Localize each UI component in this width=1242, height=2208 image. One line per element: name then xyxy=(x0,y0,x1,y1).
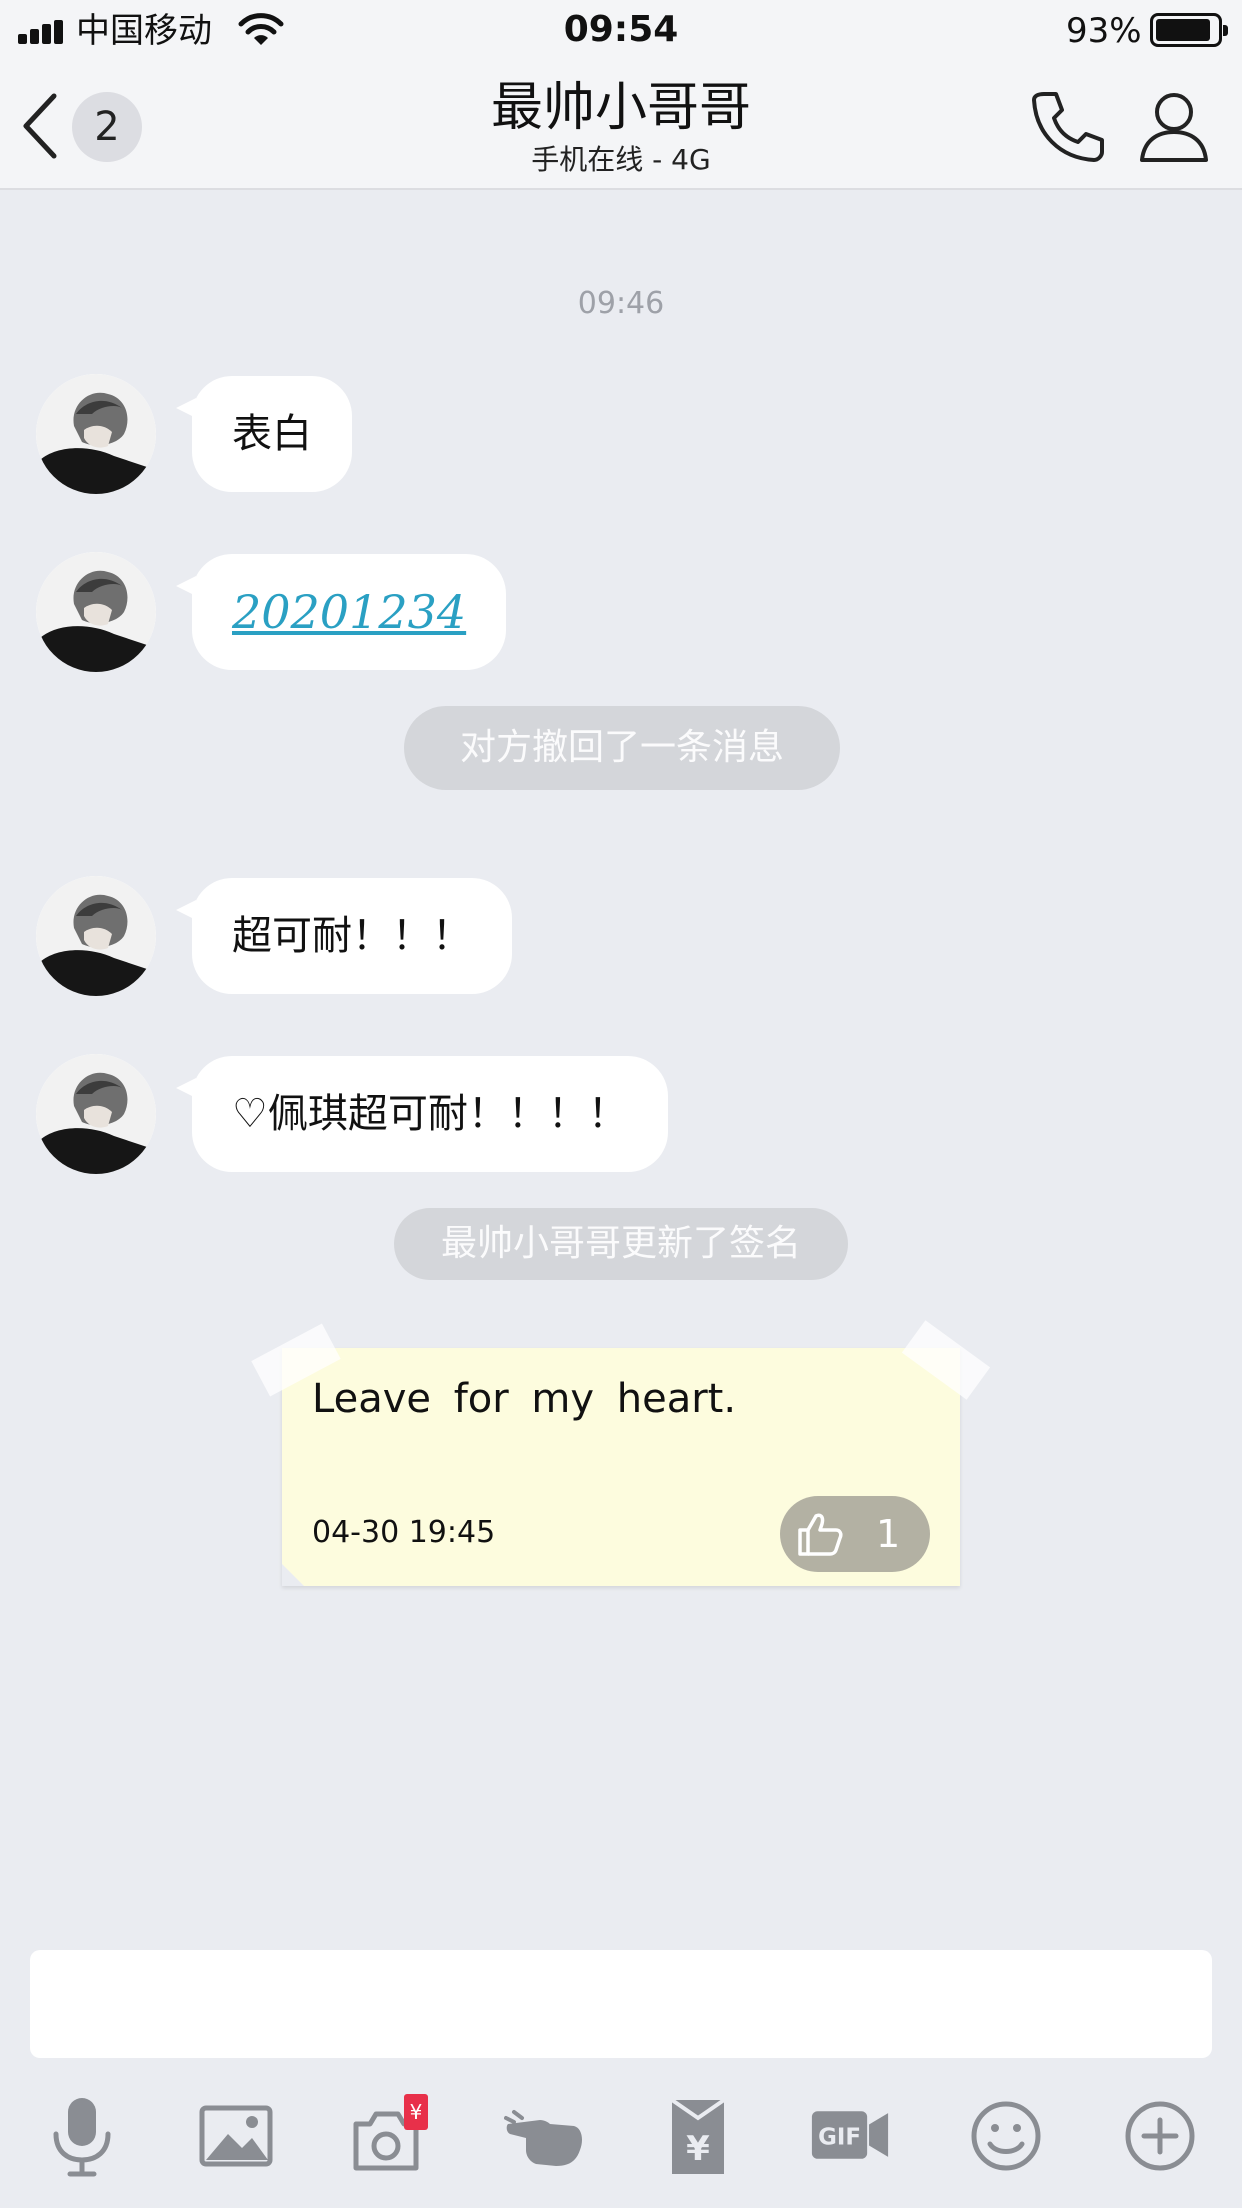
svg-text:GIF: GIF xyxy=(818,2125,861,2151)
tape-decoration xyxy=(901,1320,991,1400)
message-row: 表白 xyxy=(0,374,1242,494)
like-button[interactable]: 1 xyxy=(780,1496,930,1572)
status-bar: 中国移动 09:54 93% xyxy=(0,0,1242,62)
signature-note-card[interactable]: Leave for my heart. 04-30 19:45 1 xyxy=(251,1320,991,1586)
plus-icon xyxy=(1125,2101,1195,2171)
red-packet-button[interactable]: ¥ xyxy=(658,2090,738,2180)
like-count: 1 xyxy=(876,1512,901,1556)
more-button[interactable] xyxy=(1120,2090,1200,2180)
message-row: 20201234 xyxy=(0,552,1242,672)
message-bubble[interactable]: 20201234 xyxy=(192,554,507,670)
poke-button[interactable] xyxy=(504,2090,584,2180)
signature-text: Leave for my heart. xyxy=(312,1376,737,1422)
camera-button[interactable]: ¥ xyxy=(350,2090,430,2180)
camera-icon: ¥ xyxy=(353,2094,428,2171)
signature-date: 04-30 19:45 xyxy=(312,1515,496,1550)
voice-button[interactable] xyxy=(42,2090,122,2180)
red-packet-badge: ¥ xyxy=(410,2100,423,2124)
input-toolbar: ¥ ¥ GIF xyxy=(0,2090,1242,2190)
poke-hand-icon xyxy=(504,2110,582,2166)
svg-text:¥: ¥ xyxy=(686,2129,710,2169)
avatar[interactable] xyxy=(36,876,156,996)
emoji-icon xyxy=(971,2101,1041,2171)
microphone-icon xyxy=(53,2098,111,2177)
message-bubble[interactable]: 表白 xyxy=(192,376,352,492)
signature-update-notice: 最帅小哥哥更新了签名 xyxy=(394,1208,848,1280)
recall-notice: 对方撤回了一条消息 xyxy=(404,706,840,790)
battery-icon xyxy=(1150,13,1228,47)
gif-icon: GIF xyxy=(811,2111,889,2159)
gif-button[interactable]: GIF xyxy=(810,2090,894,2180)
message-input[interactable] xyxy=(30,1950,1212,2058)
message-bubble[interactable]: ♡佩琪超可耐！！！！ xyxy=(192,1056,668,1172)
red-packet-icon: ¥ xyxy=(670,2098,726,2174)
status-time: 09:54 xyxy=(563,9,679,50)
phone-call-icon[interactable] xyxy=(1030,88,1106,164)
message-bubble[interactable]: 超可耐！！！ xyxy=(192,878,512,994)
phone-number-link[interactable]: 20201234 xyxy=(232,585,466,639)
contact-profile-icon[interactable] xyxy=(1136,88,1212,164)
chat-header: 2 最帅小哥哥 手机在线 - 4G xyxy=(0,62,1242,190)
emoji-button[interactable] xyxy=(966,2090,1046,2180)
folded-corner xyxy=(282,1564,304,1586)
avatar[interactable] xyxy=(36,552,156,672)
message-row: ♡佩琪超可耐！！！！ xyxy=(0,1054,1242,1174)
battery-percent: 93% xyxy=(1066,11,1142,51)
chat-timestamp: 09:46 xyxy=(577,286,665,321)
thumbs-up-icon xyxy=(798,1513,843,1556)
photo-button[interactable] xyxy=(196,2090,276,2180)
message-row: 超可耐！！！ xyxy=(0,876,1242,996)
avatar[interactable] xyxy=(36,374,156,494)
avatar[interactable] xyxy=(36,1054,156,1174)
image-icon xyxy=(199,2105,273,2167)
